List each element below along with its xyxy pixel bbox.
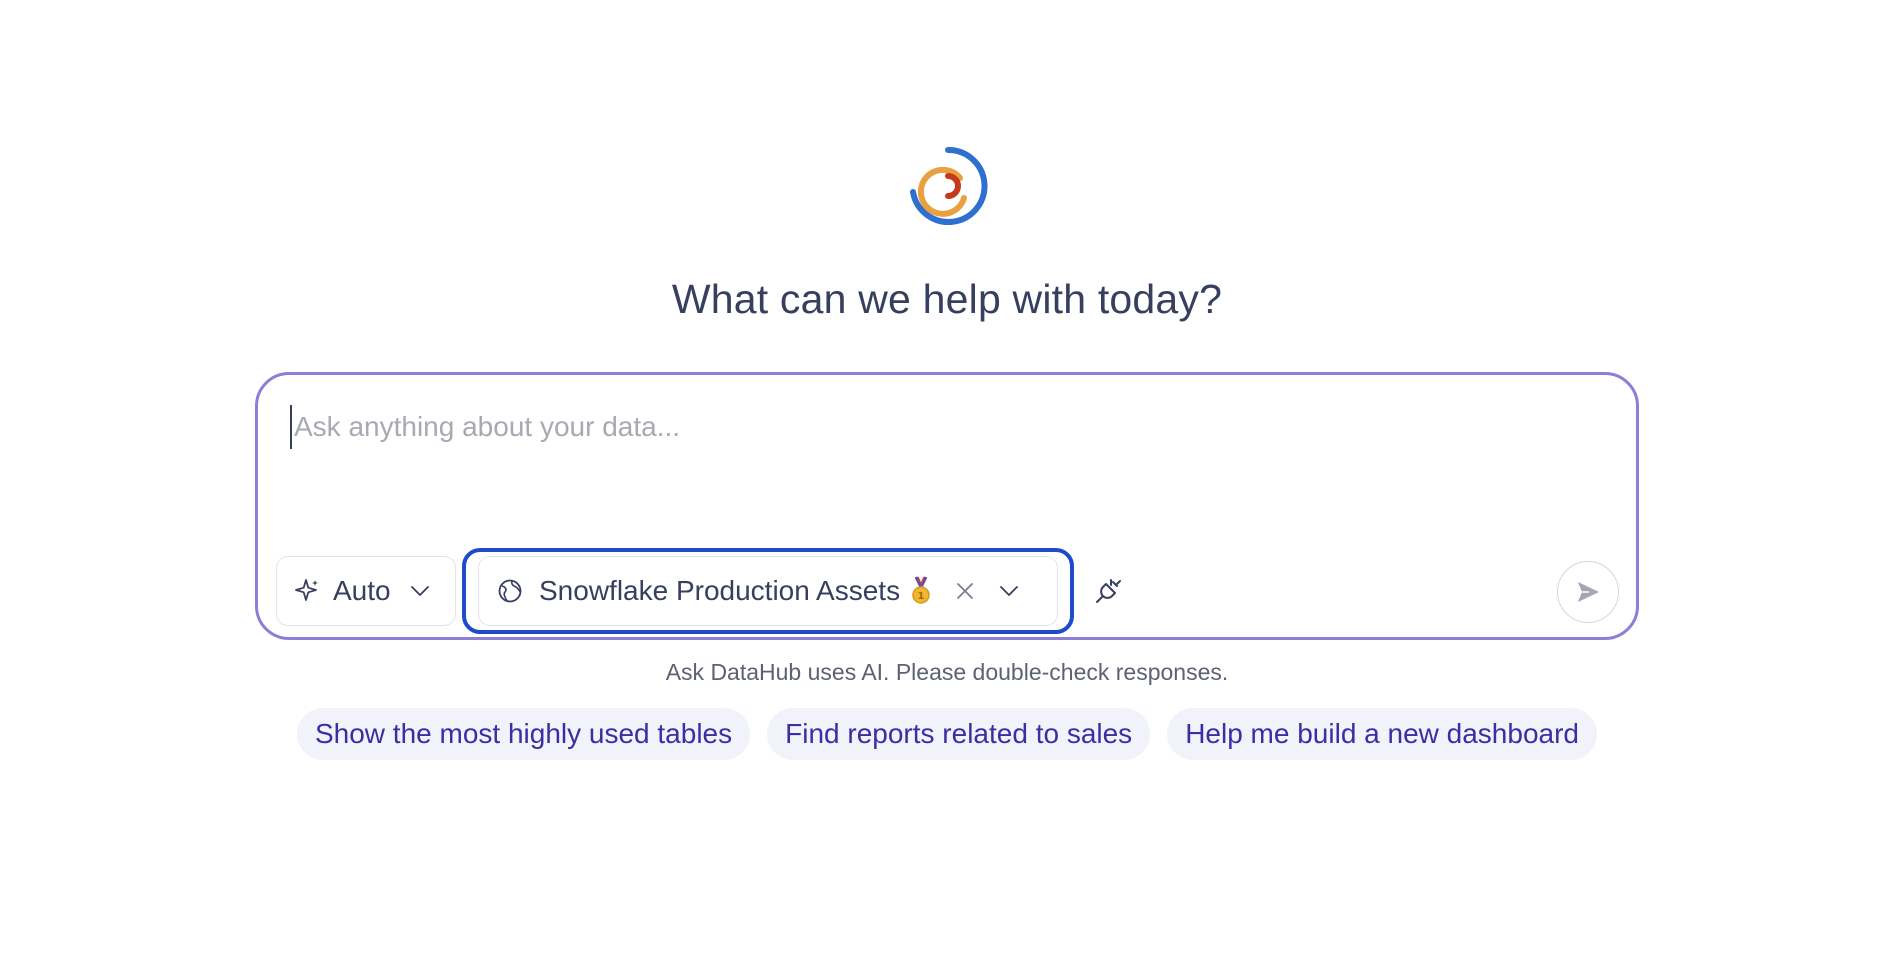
sparkle-icon [293, 577, 321, 605]
scope-selector-label: Snowflake Production Assets [539, 575, 901, 606]
model-selector[interactable]: Auto [276, 556, 456, 626]
svg-text:1: 1 [918, 591, 925, 602]
chat-composer: Auto Snowflake Production Assets [255, 372, 1639, 640]
send-icon [1574, 578, 1602, 606]
composer-controls: Auto Snowflake Production Assets 1 [276, 548, 1124, 634]
page-title: What can we help with today? [671, 276, 1223, 322]
suggestion-chip[interactable]: Help me build a new dashboard [1167, 708, 1597, 760]
plug-icon[interactable] [1092, 575, 1124, 607]
ask-datahub-page: What can we help with today? Auto [0, 0, 1894, 968]
suggestion-chip[interactable]: Find reports related to sales [767, 708, 1151, 760]
scope-selector[interactable]: Snowflake Production Assets 1 [478, 556, 1058, 626]
chevron-down-icon [409, 580, 431, 602]
suggestion-chip[interactable]: Show the most highly used tables [296, 708, 751, 760]
datahub-logo [908, 146, 988, 226]
prompt-input[interactable] [290, 405, 1594, 449]
suggestion-chips: Show the most highly used tables Find re… [0, 708, 1894, 760]
scope-selector-focus-ring: Snowflake Production Assets 1 [462, 548, 1074, 634]
send-button[interactable] [1557, 561, 1619, 623]
medal-icon: 1 [910, 576, 932, 606]
chevron-down-icon[interactable] [998, 580, 1020, 602]
globe-icon [497, 578, 523, 604]
model-selector-label: Auto [333, 575, 391, 606]
clear-scope-icon[interactable] [954, 580, 976, 602]
ai-disclaimer: Ask DataHub uses AI. Please double-check… [665, 659, 1229, 685]
